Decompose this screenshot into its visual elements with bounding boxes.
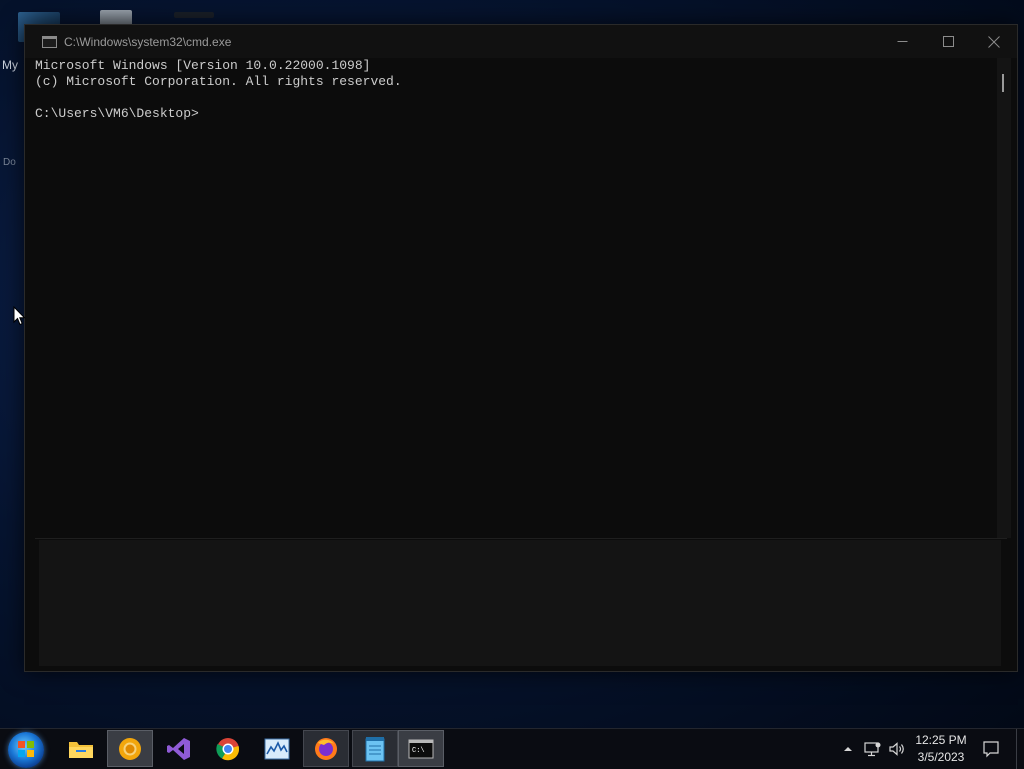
console-prompt: C:\Users\VM6\Desktop> — [35, 106, 199, 121]
close-icon — [988, 35, 1000, 48]
scrollbar-thumb[interactable] — [1002, 74, 1004, 92]
console-output[interactable]: Microsoft Windows [Version 10.0.22000.10… — [25, 58, 997, 538]
notification-center-button[interactable] — [980, 729, 1002, 769]
maximize-button[interactable] — [925, 25, 971, 58]
taskbar-clock[interactable]: 12:25 PM 3/5/2023 — [908, 732, 974, 766]
resource-monitor-icon — [264, 738, 290, 759]
desktop-icon-label: My — [2, 58, 18, 72]
chevron-up-icon — [844, 747, 852, 751]
chrome-icon — [216, 737, 240, 760]
clock-time: 12:25 PM — [915, 733, 967, 747]
console-line: Microsoft Windows [Version 10.0.22000.10… — [35, 58, 371, 73]
maximize-icon — [942, 36, 954, 47]
taskbar-notepad[interactable] — [352, 730, 398, 767]
taskbar-chrome[interactable] — [205, 730, 251, 767]
window-title: C:\Windows\system32\cmd.exe — [64, 34, 232, 49]
network-tray-button[interactable] — [861, 729, 883, 769]
notification-icon — [983, 741, 999, 758]
start-button[interactable] — [8, 732, 44, 768]
close-button[interactable] — [971, 25, 1017, 58]
network-icon — [864, 742, 881, 757]
taskbar-resource-monitor[interactable] — [254, 730, 300, 767]
chrome-canary-icon — [119, 737, 141, 760]
vertical-scrollbar[interactable] — [997, 58, 1011, 538]
visual-studio-icon — [167, 737, 190, 760]
taskbar-file-explorer[interactable] — [58, 730, 104, 767]
minimize-icon — [897, 41, 907, 42]
windows-logo-icon — [18, 741, 34, 757]
svg-text:C:\: C:\ — [412, 747, 425, 755]
window-lower-area — [39, 540, 1001, 666]
desktop-icon-3[interactable] — [174, 12, 214, 18]
cmd-app-icon — [42, 35, 57, 48]
taskbar-cmd[interactable]: C:\ — [398, 730, 444, 767]
taskbar-visual-studio[interactable] — [156, 730, 202, 767]
volume-tray-button[interactable] — [886, 729, 908, 769]
cmd-window: C:\Windows\system32\cmd.exe Microsoft Wi… — [24, 24, 1018, 672]
desktop-icon-label-2: Do — [3, 157, 16, 168]
cmd-icon: C:\ — [408, 739, 434, 758]
taskbar-chrome-canary[interactable] — [107, 730, 153, 767]
firefox-icon — [315, 737, 337, 760]
volume-icon — [889, 742, 904, 756]
mouse-cursor-icon — [13, 306, 26, 326]
divider — [35, 538, 1007, 539]
window-controls — [879, 25, 1017, 58]
taskbar-firefox[interactable] — [303, 730, 349, 767]
console-line: (c) Microsoft Corporation. All rights re… — [35, 74, 402, 89]
minimize-button[interactable] — [879, 25, 925, 58]
notepad-icon — [365, 736, 385, 761]
taskbar: C:\ 12:25 PM 3/5/2023 — [0, 728, 1024, 769]
title-bar[interactable]: C:\Windows\system32\cmd.exe — [25, 25, 1017, 58]
show-desktop-button[interactable] — [1016, 729, 1024, 769]
file-explorer-icon — [69, 741, 93, 758]
show-hidden-icons-button[interactable] — [840, 729, 856, 769]
clock-date: 3/5/2023 — [917, 750, 965, 764]
